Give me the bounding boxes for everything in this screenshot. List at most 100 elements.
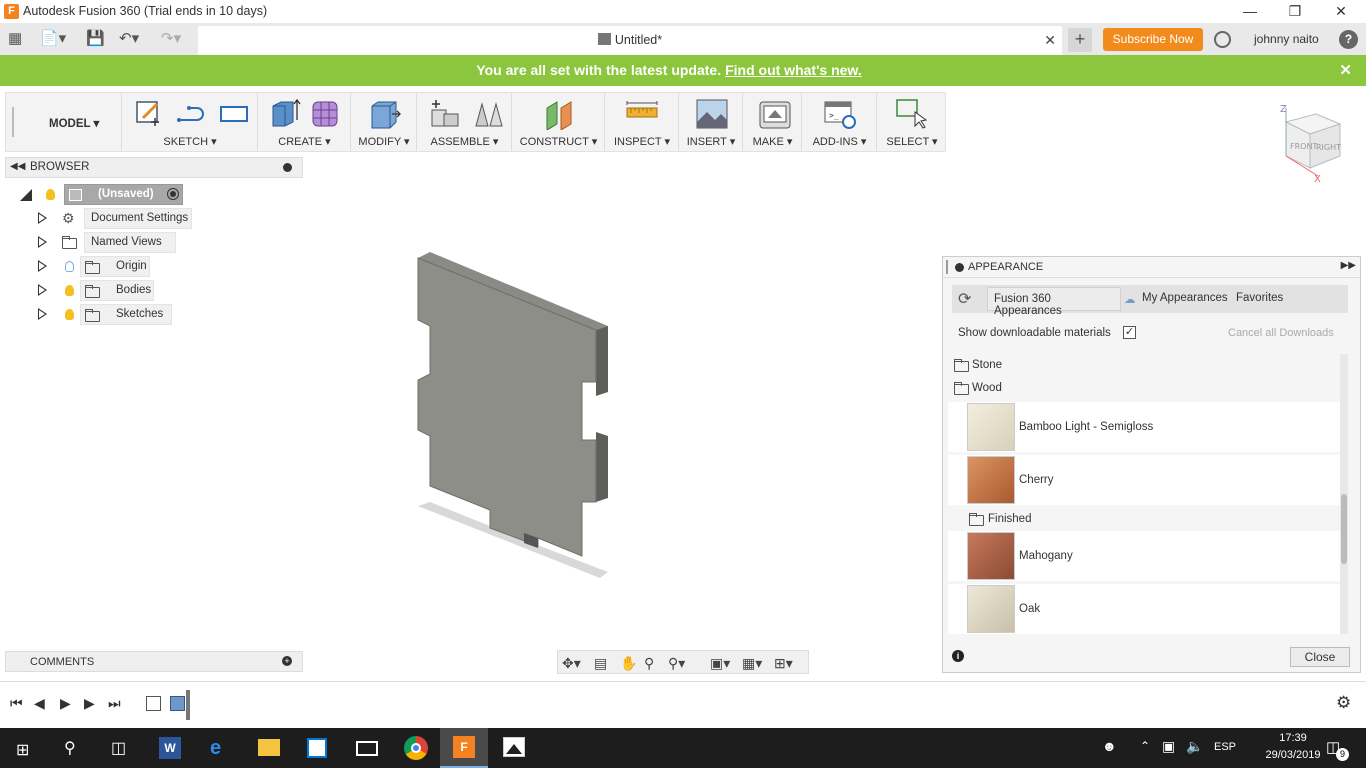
start-button[interactable]: ⊞ [0,728,48,768]
rectangle-icon[interactable] [218,98,250,128]
people-icon[interactable]: ☻ [1102,738,1117,754]
expand-arrow-icon[interactable] [38,236,47,248]
undo-icon[interactable]: ↶▾ [119,29,139,47]
folder-stone[interactable]: Stone [948,354,1343,376]
store-icon[interactable] [293,728,341,768]
edge-icon[interactable]: e [196,728,244,768]
pan-hand-icon[interactable]: ✋ [620,655,637,672]
network-icon[interactable]: ▣ [1162,738,1175,755]
select-group[interactable]: SELECT ▾ [878,93,946,151]
viewports-icon[interactable]: ⊞▾ [774,655,793,672]
task-view-icon[interactable]: ◫ [96,728,144,768]
redo-icon[interactable]: ↷▾ [161,29,181,47]
browser-item-origin[interactable]: Origin [38,256,178,277]
browser-root[interactable]: (Unsaved) [20,184,190,205]
show-downloadable-checkbox[interactable]: ✓ [1123,326,1136,339]
form-icon[interactable] [309,98,343,130]
browser-minimize-icon[interactable] [283,163,292,172]
3d-print-icon[interactable] [758,98,792,130]
activate-radio-icon[interactable] [167,188,179,200]
fusion-taskbar-icon[interactable]: F [440,728,488,768]
photos-icon[interactable] [489,728,537,768]
user-menu[interactable]: johnny naito [1254,32,1319,46]
collapse-browser-icon[interactable]: ◀◀ [10,161,25,172]
banner-close-icon[interactable]: ✕ [1339,61,1352,79]
folder-wood[interactable]: Wood [948,377,1343,399]
assemble-menu[interactable]: ASSEMBLE [431,136,490,148]
scripts-icon[interactable]: >_ [823,98,857,130]
sketch-group[interactable]: SKETCH ▾ [123,93,258,151]
expand-dialog-icon[interactable]: ▶▶ [1341,260,1356,271]
file-explorer-icon[interactable] [244,728,292,768]
apps-grid-icon[interactable]: ▦ [8,29,22,47]
expand-arrow-icon[interactable] [38,284,47,296]
folder-finished[interactable]: Finished [948,508,1343,530]
grid-settings-icon[interactable]: ▦▾ [742,655,762,672]
timeline-marker[interactable] [186,690,190,720]
sketch-menu[interactable]: SKETCH [163,136,208,148]
document-tab[interactable]: Untitled* ✕ [198,26,1062,55]
show-hidden-icons[interactable]: ⌃ [1140,739,1150,753]
look-at-icon[interactable]: ▤ [594,655,607,672]
browser-item-named-views[interactable]: Named Views [38,232,178,253]
new-tab-button[interactable]: + [1068,28,1092,52]
modify-group[interactable]: MODIFY ▾ [352,93,417,151]
browser-item-sketches[interactable]: Sketches [38,304,178,325]
insert-group[interactable]: INSERT ▾ [680,93,743,151]
measure-icon[interactable] [625,98,659,128]
modify-menu[interactable]: MODIFY [358,136,401,148]
save-icon[interactable]: 💾 [86,29,105,47]
collapse-dialog-icon[interactable] [955,263,964,272]
material-cherry[interactable]: Cherry [948,455,1343,505]
close-tab-icon[interactable]: ✕ [1044,32,1056,49]
comments-panel-header[interactable]: COMMENTS + [5,651,303,672]
add-ins-menu[interactable]: ADD-INS [813,136,858,148]
add-comment-icon[interactable]: + [282,656,292,666]
construct-group[interactable]: CONSTRUCT ▾ [513,93,605,151]
step-forward-icon[interactable]: ▶ [84,695,95,712]
browser-item-bodies[interactable]: Bodies [38,280,178,301]
tab-fusion-appearances[interactable]: Fusion 360 Appearances [987,287,1121,317]
mail-icon[interactable] [342,728,390,768]
subscribe-button[interactable]: Subscribe Now [1103,28,1203,51]
step-back-icon[interactable]: ◀ [34,695,45,712]
canvas-image-icon[interactable] [695,98,729,130]
clock-time[interactable]: 17:39 [1264,732,1322,744]
timeline-sketch-icon[interactable] [146,696,161,711]
line-icon[interactable] [175,98,209,128]
material-scrollbar[interactable] [1340,354,1348,634]
select-menu[interactable]: SELECT [886,136,929,148]
visibility-bulb-icon[interactable] [65,285,74,296]
extrude-icon[interactable] [267,98,301,130]
offset-plane-icon[interactable] [543,98,577,130]
visibility-bulb-off-icon[interactable] [65,261,74,272]
construct-menu[interactable]: CONSTRUCT [520,136,589,148]
make-group[interactable]: MAKE ▾ [744,93,802,151]
timeline-settings-gear-icon[interactable]: ⚙ [1336,693,1351,713]
zoom-icon[interactable]: ⚲ [644,655,654,672]
job-status-icon[interactable] [1214,31,1231,48]
whats-new-link[interactable]: Find out what's new. [725,62,862,78]
browser-panel-header[interactable]: ◀◀ BROWSER [5,157,303,178]
go-to-end-icon[interactable]: ⏭ [108,695,121,712]
maximize-button[interactable]: ❐ [1272,2,1318,22]
material-mahogany[interactable]: Mahogany [948,531,1343,581]
joint-icon[interactable] [472,98,506,130]
display-settings-icon[interactable]: ▣▾ [710,655,730,672]
viewcube[interactable]: FRONT RIGHT Z X [1276,102,1348,182]
expand-arrow-icon[interactable] [38,212,47,224]
language-indicator[interactable]: ESP [1214,741,1236,753]
3d-model-body[interactable] [410,250,620,585]
create-menu[interactable]: CREATE [278,136,322,148]
select-icon[interactable] [895,98,929,130]
workspace-switcher[interactable]: MODEL ▾ [6,93,122,151]
new-component-icon[interactable] [428,98,462,130]
go-to-start-icon[interactable]: ⏮ [10,695,23,712]
word-icon[interactable]: W [146,728,194,768]
expand-arrow-icon[interactable] [38,308,47,320]
browser-item-document-settings[interactable]: ⚙ Document Settings [38,208,198,229]
inspect-menu[interactable]: INSPECT [614,136,661,148]
help-icon[interactable]: ? [1339,30,1358,49]
material-bamboo[interactable]: Bamboo Light - Semigloss [948,402,1343,452]
assemble-group[interactable]: ASSEMBLE ▾ [418,93,512,151]
